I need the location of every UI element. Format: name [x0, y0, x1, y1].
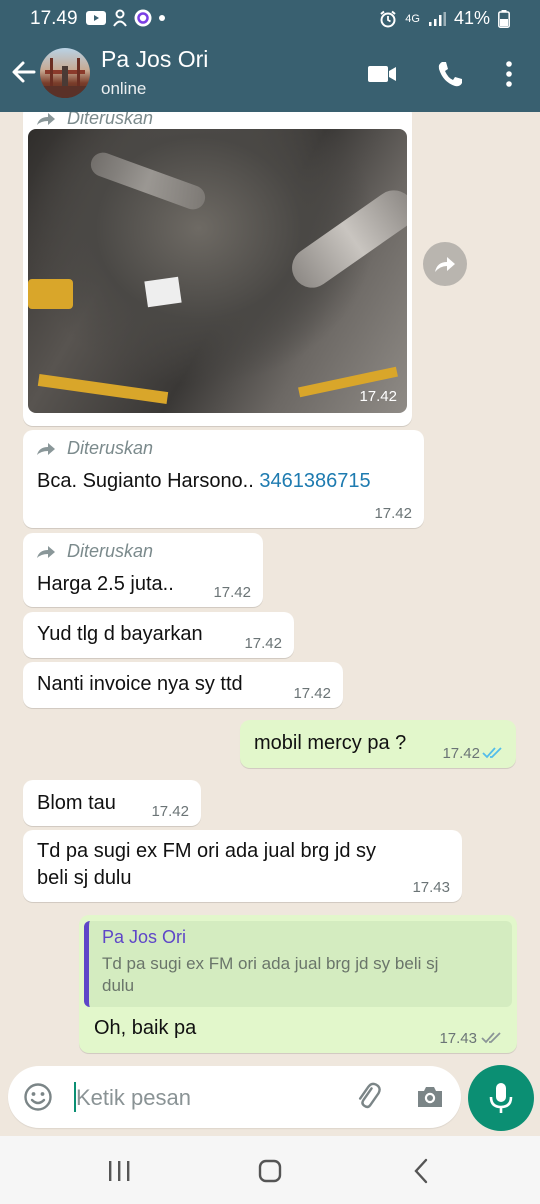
quoted-message[interactable]: Pa Jos Ori Td pa sugi ex FM ori ada jual… — [84, 921, 512, 1007]
message-bubble-outgoing[interactable]: mobil mercy pa ? 17.42 — [240, 720, 516, 768]
message-bubble[interactable]: Blom tau 17.42 — [23, 780, 201, 826]
message-time: 17.42 — [293, 685, 331, 702]
message-text: Nanti invoice nya sy ttd — [37, 673, 243, 695]
message-bubble[interactable]: Nanti invoice nya sy ttd 17.42 — [23, 662, 343, 708]
contact-status: online — [101, 79, 147, 98]
forwarded-label: Diteruskan — [35, 438, 153, 459]
dot-icon — [159, 15, 165, 21]
microphone-button[interactable] — [468, 1065, 534, 1131]
camera-icon[interactable] — [414, 1081, 446, 1113]
quoted-sender: Pa Jos Ori — [102, 927, 187, 947]
message-time: 17.42 — [213, 584, 251, 601]
circle-app-icon — [134, 9, 152, 27]
message-bubble[interactable]: Diteruskan Bca. Sugianto Harsono.. 34613… — [23, 430, 424, 528]
message-time: 17.43 — [439, 1030, 477, 1047]
message-bubble[interactable]: Diteruskan Harga 2.5 juta.. 17.42 — [23, 533, 263, 607]
paperclip-icon[interactable] — [353, 1081, 385, 1113]
message-text: Blom tau — [37, 792, 116, 814]
chat-header: Pa Jos Ori online — [0, 36, 540, 112]
signal-icon — [428, 11, 446, 26]
message-bubble[interactable]: Yud tlg d bayarkan 17.42 — [23, 612, 294, 658]
forward-arrow-icon — [37, 545, 55, 558]
message-time: 17.43 — [412, 879, 450, 896]
message-text: mobil mercy pa ? — [254, 732, 407, 754]
status-right: 4G 41% — [379, 8, 510, 29]
photo-detail — [37, 374, 169, 404]
photo-detail — [28, 279, 73, 309]
quoted-text: Td pa sugi ex FM ori ada jual brg jd sy … — [102, 954, 439, 995]
message-text: Harga 2.5 juta.. — [37, 573, 174, 595]
message-text: Bca. Sugianto Harsono.. 3461386715 — [37, 470, 371, 492]
message-text-line2: beli sj dulu — [37, 867, 132, 889]
avatar-photo — [40, 58, 90, 98]
status-time: 17.49 — [30, 8, 78, 29]
back-nav-icon[interactable] — [407, 1156, 437, 1186]
message-image-bubble[interactable]: Diteruskan 17.42 — [23, 112, 412, 426]
app-notification-icon — [113, 9, 127, 27]
more-vert-icon[interactable] — [493, 58, 525, 90]
photo-detail — [144, 276, 182, 308]
message-bubble-outgoing[interactable]: Pa Jos Ori Td pa sugi ex FM ori ada jual… — [79, 915, 517, 1053]
message-time: 17.42 — [442, 745, 480, 762]
home-icon[interactable] — [255, 1156, 285, 1186]
alarm-icon — [380, 10, 396, 27]
forward-arrow-icon — [37, 442, 55, 455]
message-text-line1: Td pa sugi ex FM ori ada jual brg jd sy — [37, 840, 377, 862]
forward-button[interactable] — [423, 242, 467, 286]
forwarded-label: Diteruskan — [35, 541, 153, 562]
video-camera-icon[interactable] — [366, 58, 398, 90]
battery-icon — [498, 9, 510, 28]
message-input[interactable]: Ketik pesan — [76, 1085, 191, 1111]
message-bubble[interactable]: Td pa sugi ex FM ori ada jual brg jd sy … — [23, 830, 462, 902]
phone-icon[interactable] — [434, 58, 466, 90]
message-text: Yud tlg d bayarkan — [37, 623, 203, 645]
message-time: 17.42 — [244, 635, 282, 652]
status-bar: 17.49 4G 41% — [0, 0, 540, 36]
forward-arrow-icon — [37, 112, 55, 125]
system-nav-bar — [0, 1136, 540, 1204]
message-input-bar: Ketik pesan — [8, 1066, 461, 1128]
message-text: Oh, baik pa — [94, 1017, 197, 1039]
avatar[interactable] — [40, 48, 90, 98]
message-time: 17.42 — [374, 505, 412, 522]
photo-detail — [87, 149, 209, 213]
contact-name[interactable]: Pa Jos Ori — [101, 46, 208, 73]
microphone-icon — [489, 1083, 513, 1113]
message-photo[interactable]: 17.42 — [28, 129, 407, 413]
notification-icons — [86, 9, 166, 27]
recent-apps-icon[interactable] — [104, 1156, 134, 1186]
youtube-icon — [86, 11, 106, 25]
emoji-icon[interactable] — [22, 1081, 54, 1113]
forward-arrow-icon — [435, 257, 455, 272]
message-time: 17.42 — [359, 388, 397, 405]
network-type: 4G — [405, 12, 420, 25]
forwarded-label: Diteruskan — [35, 112, 153, 129]
chat-area[interactable]: Diteruskan 17.42 Diteruskan Bca. Sugiant… — [0, 112, 540, 1136]
account-number-link[interactable]: 3461386715 — [259, 470, 370, 492]
message-time: 17.42 — [151, 803, 189, 820]
photo-detail — [284, 182, 407, 296]
double-check-read-icon — [482, 747, 502, 759]
double-check-icon — [481, 1032, 501, 1044]
arrow-left-icon[interactable] — [8, 56, 40, 88]
battery-percent: 41% — [453, 8, 490, 28]
